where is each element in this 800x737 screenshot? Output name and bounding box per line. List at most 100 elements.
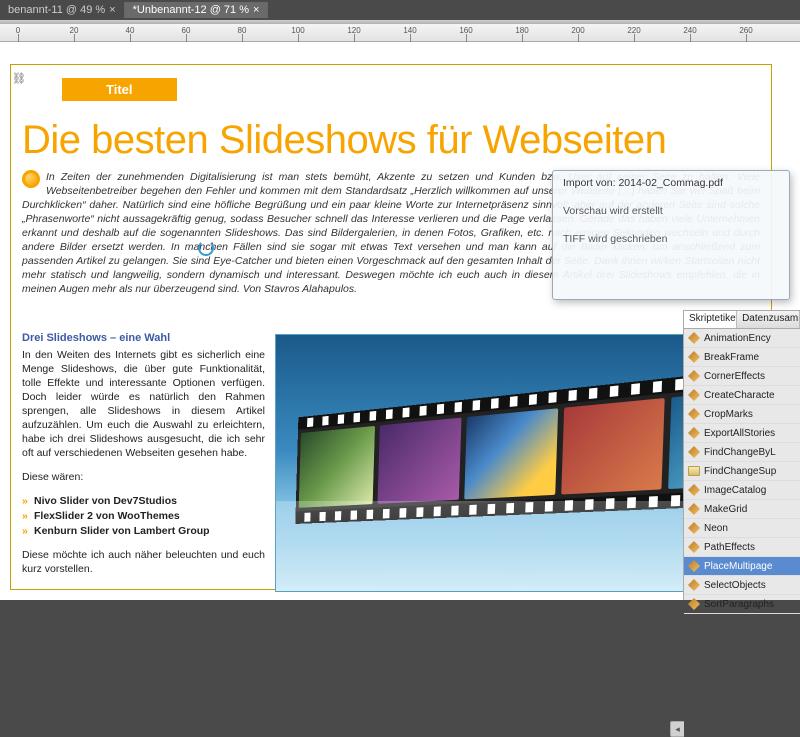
script-icon (688, 332, 700, 344)
script-icon (688, 579, 700, 591)
script-list-item[interactable]: CreateCharacte (684, 386, 800, 405)
close-icon[interactable]: × (253, 4, 259, 16)
script-icon (688, 522, 700, 534)
drop-cap-circle-icon (22, 170, 40, 188)
ruler-tick (634, 34, 635, 42)
film-cell (378, 418, 462, 504)
panel-collapse-handle[interactable]: ◂ (670, 721, 684, 737)
script-icon (688, 503, 700, 515)
title-badge[interactable]: Titel (62, 78, 177, 101)
panel-tabs: Skriptetikett Datenzusamm (684, 311, 800, 329)
script-label: BreakFrame (704, 352, 759, 363)
script-label: Neon (704, 523, 728, 534)
document-tab[interactable]: *Unbenannt-12 @ 71 % × (125, 2, 269, 18)
bullet-item: »FlexSlider 2 von WooThemes (22, 509, 265, 523)
bullet-marker-icon: » (22, 509, 34, 523)
body-column[interactable]: In den Weiten des Internets gibt es sich… (22, 348, 265, 586)
ruler-tick (578, 34, 579, 42)
script-icon (688, 370, 700, 382)
scripts-list[interactable]: AnimationEncy BreakFrame CornerEffects Crea… (684, 329, 800, 614)
script-icon (688, 389, 700, 401)
panel-tab-skriptetikett[interactable]: Skriptetikett (684, 311, 737, 328)
script-list-item[interactable]: FindChangeByL (684, 443, 800, 462)
ruler-tick (690, 34, 691, 42)
script-icon (688, 484, 700, 496)
script-list-item[interactable]: Neon (684, 519, 800, 538)
ruler-tick (130, 34, 131, 42)
bullet-item: »Nivo Slider von Dev7Studios (22, 494, 265, 508)
film-cell (299, 426, 375, 508)
script-list-item[interactable]: FindChangeSup (684, 462, 800, 481)
page-headline[interactable]: Die besten Slideshows für Webseiten (22, 118, 760, 163)
script-label: FindChangeSup (704, 466, 776, 477)
script-list-item[interactable]: PathEffects (684, 538, 800, 557)
script-icon (688, 446, 700, 458)
panel-tab-datenzusammen[interactable]: Datenzusamm (737, 311, 800, 328)
ruler-tick (242, 34, 243, 42)
film-cell (465, 408, 558, 499)
reflection-overlay (276, 501, 744, 591)
script-list-item[interactable]: ExportAllStories (684, 424, 800, 443)
script-label: CornerEffects (704, 371, 765, 382)
scripts-panel: ◂ Skriptetikett Datenzusamm AnimationEnc… (683, 310, 800, 600)
script-list-item[interactable]: SelectObjects (684, 576, 800, 595)
close-icon[interactable]: × (109, 4, 115, 16)
script-label: ImageCatalog (704, 485, 766, 496)
import-progress-popup: Import von: 2014-02_Commag.pdf Vorschau … (552, 170, 790, 300)
workspace: 020406080100120140160180200220240260 ⛓ T… (0, 24, 800, 600)
script-list-item[interactable]: BreakFrame (684, 348, 800, 367)
ruler-tick (522, 34, 523, 42)
busy-cursor-icon (198, 240, 214, 256)
ruler-tick (74, 34, 75, 42)
script-icon (688, 408, 700, 420)
body-paragraph: Diese möchte ich auch näher beleuchten u… (22, 548, 265, 576)
body-paragraph: In den Weiten des Internets gibt es sich… (22, 348, 265, 460)
bullet-text: Nivo Slider von Dev7Studios (34, 495, 177, 507)
horizontal-ruler[interactable]: 020406080100120140160180200220240260 (0, 24, 800, 42)
script-icon (688, 560, 700, 572)
film-cell (561, 398, 665, 495)
script-label: SelectObjects (704, 580, 766, 591)
ruler-tick (298, 34, 299, 42)
script-list-item[interactable]: CropMarks (684, 405, 800, 424)
subheading[interactable]: Drei Slideshows – eine Wahl (22, 332, 170, 344)
script-label: SortParagraphs (704, 599, 774, 610)
document-tabs-bar: benannt-11 @ 49 % × *Unbenannt-12 @ 71 %… (0, 0, 800, 20)
tab-label: *Unbenannt-12 @ 71 % (133, 4, 249, 16)
ruler-tick (186, 34, 187, 42)
script-label: PlaceMultipage (704, 561, 772, 572)
bullet-text: FlexSlider 2 von WooThemes (34, 510, 180, 522)
bullet-marker-icon: » (22, 524, 34, 538)
ruler-tick (410, 34, 411, 42)
ruler-tick (746, 34, 747, 42)
script-list-item[interactable]: PlaceMultipage (684, 557, 800, 576)
script-list-item[interactable]: AnimationEncy (684, 329, 800, 348)
bullet-list: »Nivo Slider von Dev7Studios»FlexSlider … (22, 494, 265, 538)
script-icon (688, 541, 700, 553)
script-label: CreateCharacte (704, 390, 775, 401)
body-paragraph: Diese wären: (22, 470, 265, 484)
script-label: PathEffects (704, 542, 755, 553)
script-label: FindChangeByL (704, 447, 776, 458)
ruler-tick (466, 34, 467, 42)
import-popup-title: Import von: 2014-02_Commag.pdf (563, 177, 779, 189)
placed-image-frame[interactable] (275, 334, 745, 592)
script-label: AnimationEncy (704, 333, 771, 344)
script-list-item[interactable]: CornerEffects (684, 367, 800, 386)
script-label: ExportAllStories (704, 428, 775, 439)
ruler-tick (18, 34, 19, 42)
document-page[interactable]: ⛓ Titel Die besten Slideshows für Websei… (0, 42, 800, 600)
script-icon (688, 427, 700, 439)
import-popup-status: TIFF wird geschrieben (563, 233, 779, 245)
document-tab[interactable]: benannt-11 @ 49 % × (0, 2, 125, 18)
script-label: MakeGrid (704, 504, 747, 515)
ruler-tick (354, 34, 355, 42)
script-icon (688, 351, 700, 363)
bullet-marker-icon: » (22, 494, 34, 508)
script-list-item[interactable]: SortParagraphs (684, 595, 800, 614)
script-label: CropMarks (704, 409, 753, 420)
script-list-item[interactable]: MakeGrid (684, 500, 800, 519)
script-list-item[interactable]: ImageCatalog (684, 481, 800, 500)
bullet-item: »Kenburn Slider von Lambert Group (22, 524, 265, 538)
tab-label: benannt-11 @ 49 % (8, 4, 105, 16)
